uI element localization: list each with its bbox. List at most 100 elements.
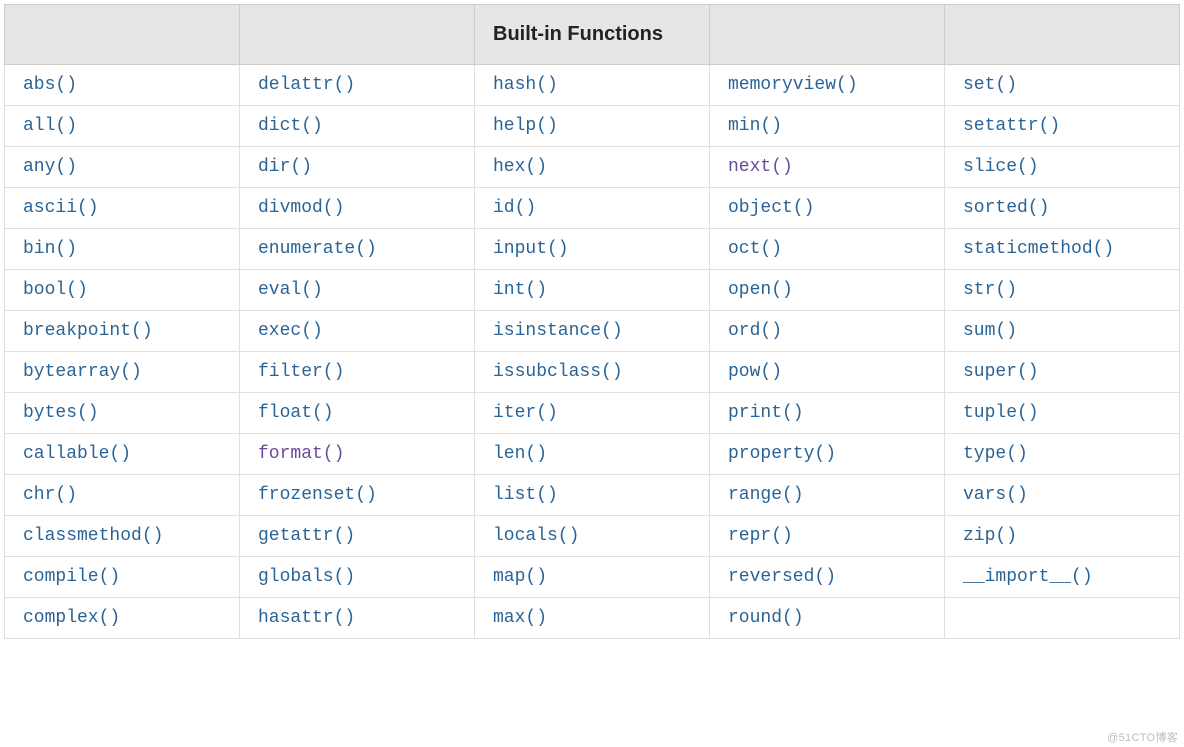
function-link[interactable]: format() (258, 444, 344, 464)
table-cell: callable() (5, 434, 240, 475)
function-link[interactable]: sum() (963, 321, 1017, 341)
function-link[interactable]: delattr() (258, 75, 355, 95)
function-link[interactable]: next() (728, 157, 793, 177)
table-cell: issubclass() (475, 352, 710, 393)
function-link[interactable]: any() (23, 157, 77, 177)
function-link[interactable]: classmethod() (23, 526, 163, 546)
function-link[interactable]: tuple() (963, 403, 1039, 423)
function-link[interactable]: id() (493, 198, 536, 218)
function-link[interactable]: eval() (258, 280, 323, 300)
table-row: classmethod() getattr() locals() repr() zip(… (5, 516, 1180, 557)
function-link[interactable]: help() (493, 116, 558, 136)
function-link[interactable]: filter() (258, 362, 344, 382)
function-link[interactable]: all() (23, 116, 77, 136)
function-link[interactable]: frozenset() (258, 485, 377, 505)
table-cell (945, 598, 1180, 639)
function-link[interactable]: setattr() (963, 116, 1060, 136)
function-link[interactable]: iter() (493, 403, 558, 423)
function-link[interactable]: min() (728, 116, 782, 136)
function-link[interactable]: pow() (728, 362, 782, 382)
table-cell: float() (240, 393, 475, 434)
function-link[interactable]: bytearray() (23, 362, 142, 382)
function-link[interactable]: vars() (963, 485, 1028, 505)
function-link[interactable]: slice() (963, 157, 1039, 177)
function-link[interactable]: abs() (23, 75, 77, 95)
function-link[interactable]: map() (493, 567, 547, 587)
function-link[interactable]: bool() (23, 280, 88, 300)
function-link[interactable]: __import__() (963, 567, 1093, 587)
function-link[interactable]: ord() (728, 321, 782, 341)
function-link[interactable]: object() (728, 198, 814, 218)
function-link[interactable]: dict() (258, 116, 323, 136)
function-link[interactable]: getattr() (258, 526, 355, 546)
table-cell: str() (945, 270, 1180, 311)
function-link[interactable]: type() (963, 444, 1028, 464)
function-link[interactable]: staticmethod() (963, 239, 1114, 259)
table-cell: int() (475, 270, 710, 311)
function-link[interactable]: round() (728, 608, 804, 628)
function-link[interactable]: compile() (23, 567, 120, 587)
function-link[interactable]: sorted() (963, 198, 1049, 218)
table-cell: bytearray() (5, 352, 240, 393)
function-link[interactable]: ascii() (23, 198, 99, 218)
function-link[interactable]: zip() (963, 526, 1017, 546)
function-link[interactable]: max() (493, 608, 547, 628)
table-cell: dict() (240, 106, 475, 147)
function-link[interactable]: isinstance() (493, 321, 623, 341)
function-link[interactable]: float() (258, 403, 334, 423)
function-link[interactable]: enumerate() (258, 239, 377, 259)
table-row: bin() enumerate() input() oct() staticmethod… (5, 229, 1180, 270)
table-cell: id() (475, 188, 710, 229)
function-link[interactable]: globals() (258, 567, 355, 587)
function-link[interactable]: list() (493, 485, 558, 505)
function-link[interactable]: input() (493, 239, 569, 259)
function-link[interactable]: callable() (23, 444, 131, 464)
function-link[interactable]: memoryview() (728, 75, 858, 95)
function-link[interactable]: issubclass() (493, 362, 623, 382)
function-link[interactable]: dir() (258, 157, 312, 177)
table-row: compile() globals() map() reversed() __impor… (5, 557, 1180, 598)
function-link[interactable]: hash() (493, 75, 558, 95)
function-link[interactable]: len() (493, 444, 547, 464)
function-link[interactable]: property() (728, 444, 836, 464)
function-link[interactable]: open() (728, 280, 793, 300)
table-row: abs() delattr() hash() memoryview() set() (5, 65, 1180, 106)
table-cell: list() (475, 475, 710, 516)
table-cell: dir() (240, 147, 475, 188)
table-cell: len() (475, 434, 710, 475)
function-link[interactable]: int() (493, 280, 547, 300)
table-cell: ascii() (5, 188, 240, 229)
function-link[interactable]: print() (728, 403, 804, 423)
table-cell: bool() (5, 270, 240, 311)
function-link[interactable]: chr() (23, 485, 77, 505)
function-link[interactable]: super() (963, 362, 1039, 382)
function-link[interactable]: str() (963, 280, 1017, 300)
function-link[interactable]: repr() (728, 526, 793, 546)
function-link[interactable]: bin() (23, 239, 77, 259)
function-link[interactable]: breakpoint() (23, 321, 153, 341)
table-cell: oct() (710, 229, 945, 270)
table-cell: repr() (710, 516, 945, 557)
table-cell: getattr() (240, 516, 475, 557)
function-link[interactable]: hasattr() (258, 608, 355, 628)
function-link[interactable]: oct() (728, 239, 782, 259)
table-cell: next() (710, 147, 945, 188)
function-link[interactable]: hex() (493, 157, 547, 177)
function-link[interactable]: complex() (23, 608, 120, 628)
table-cell: sum() (945, 311, 1180, 352)
table-cell: staticmethod() (945, 229, 1180, 270)
function-link[interactable]: reversed() (728, 567, 836, 587)
function-link[interactable]: exec() (258, 321, 323, 341)
function-link[interactable]: bytes() (23, 403, 99, 423)
function-link[interactable]: locals() (493, 526, 579, 546)
watermark-text: @51CTO博客 (1107, 729, 1178, 745)
header-col1 (5, 5, 240, 65)
function-link[interactable]: set() (963, 75, 1017, 95)
table-cell: frozenset() (240, 475, 475, 516)
function-link[interactable]: divmod() (258, 198, 344, 218)
table-cell: tuple() (945, 393, 1180, 434)
header-col2 (240, 5, 475, 65)
table-cell: __import__() (945, 557, 1180, 598)
function-link[interactable]: range() (728, 485, 804, 505)
table-cell: eval() (240, 270, 475, 311)
